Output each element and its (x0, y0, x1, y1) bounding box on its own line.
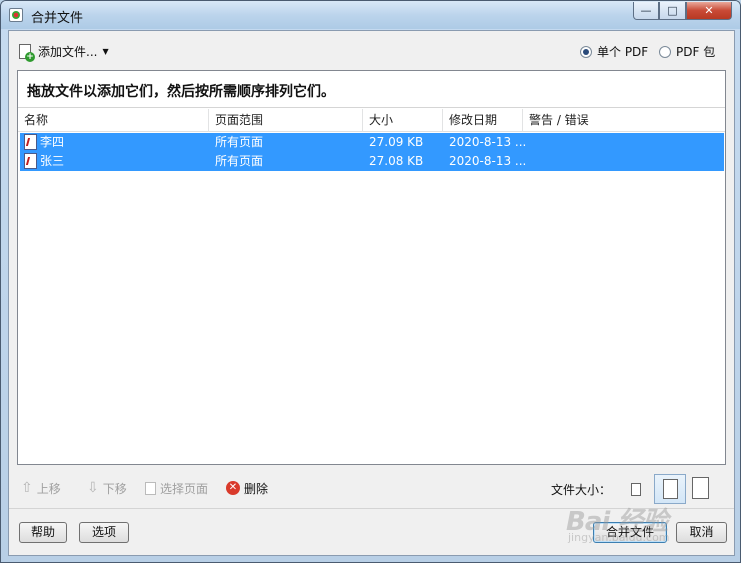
page-range: 所有页面 (215, 135, 264, 149)
top-toolbar: 添加文件... ▼ 单个 PDF PDF 包 (9, 31, 734, 69)
single-pdf-option[interactable]: 单个 PDF (580, 43, 648, 60)
maximize-button[interactable]: □ (659, 2, 686, 20)
instruction-text: 拖放文件以添加它们，然后按所需顺序排列它们。 (18, 71, 725, 108)
single-pdf-label: 单个 PDF (597, 45, 649, 59)
column-header-size[interactable]: 大小 (363, 109, 443, 132)
file-size: 27.08 KB (369, 154, 424, 168)
move-down-button[interactable]: ⇩ 下移 (87, 479, 127, 497)
default-file-size-option[interactable] (654, 474, 686, 504)
pdf-portfolio-label: PDF 包 (676, 45, 716, 59)
column-header-page-range[interactable]: 页面范围 (209, 109, 363, 132)
help-button[interactable]: 帮助 (19, 522, 67, 543)
dialog-client-area: 添加文件... ▼ 单个 PDF PDF 包 拖放文件以添加它们，然后按所需顺序… (8, 30, 735, 556)
cancel-button[interactable]: 取消 (676, 522, 727, 543)
footer-divider (9, 508, 734, 509)
column-header-modified-date[interactable]: 修改日期 (443, 109, 523, 132)
table-header: 名称 页面范围 大小 修改日期 警告 / 错误 (18, 109, 725, 132)
file-size-label: 文件大小： (551, 483, 612, 497)
add-file-icon (19, 43, 35, 62)
move-up-label: 上移 (36, 481, 61, 496)
file-size: 27.09 KB (369, 135, 424, 149)
move-up-button[interactable]: ⇧ 上移 (21, 479, 61, 497)
arrow-down-icon: ⇩ (87, 480, 99, 496)
app-icon (9, 8, 23, 22)
table-row[interactable]: 张三 所有页面 27.08 KB 2020-8-13 ... (20, 152, 724, 171)
merge-files-button[interactable]: 合并文件 (593, 522, 667, 543)
delete-button[interactable]: ✕ 删除 (226, 479, 268, 497)
window-title: 合并文件 (31, 11, 84, 26)
delete-label: 删除 (244, 481, 269, 496)
large-file-size-icon[interactable] (692, 477, 709, 499)
pdf-portfolio-radio[interactable] (659, 45, 671, 58)
options-button[interactable]: 选项 (79, 522, 129, 543)
page-range: 所有页面 (215, 154, 264, 168)
title-bar[interactable]: 合并文件 — □ ✕ (1, 1, 740, 29)
small-file-size-icon[interactable] (631, 483, 641, 496)
choose-pages-button[interactable]: 选择页面 (145, 479, 208, 497)
column-header-warnings[interactable]: 警告 / 错误 (523, 109, 727, 132)
move-down-label: 下移 (102, 481, 127, 496)
file-name: 李四 (40, 135, 65, 149)
single-pdf-radio[interactable] (580, 45, 592, 58)
dropdown-caret-icon: ▼ (102, 46, 109, 56)
modified-date: 2020-8-13 ... (449, 135, 527, 149)
pages-icon (145, 481, 156, 495)
add-files-button[interactable]: 添加文件... ▼ (19, 42, 109, 62)
add-files-label: 添加文件... (38, 44, 98, 59)
file-name: 张三 (40, 154, 65, 168)
delete-icon: ✕ (226, 481, 240, 495)
arrow-up-icon: ⇧ (21, 480, 33, 496)
table-row[interactable]: 李四 所有页面 27.09 KB 2020-8-13 ... (20, 133, 724, 152)
pdf-file-icon (24, 153, 37, 169)
merge-files-window: 合并文件 — □ ✕ 添加文件... ▼ 单个 PDF PDF 包 拖放文件以添… (0, 0, 741, 563)
close-button[interactable]: ✕ (686, 2, 732, 20)
default-file-size-icon (663, 479, 678, 499)
file-list-panel[interactable]: 拖放文件以添加它们，然后按所需顺序排列它们。 名称 页面范围 大小 修改日期 警… (17, 70, 726, 465)
pdf-file-icon (24, 134, 37, 150)
column-header-name[interactable]: 名称 (18, 109, 209, 132)
choose-pages-label: 选择页面 (160, 481, 209, 496)
list-actions-bar: ⇧ 上移 ⇩ 下移 选择页面 ✕ 删除 文件大小： (17, 471, 726, 505)
pdf-portfolio-option[interactable]: PDF 包 (659, 43, 715, 60)
minimize-button[interactable]: — (633, 2, 659, 20)
modified-date: 2020-8-13 ... (449, 154, 527, 168)
